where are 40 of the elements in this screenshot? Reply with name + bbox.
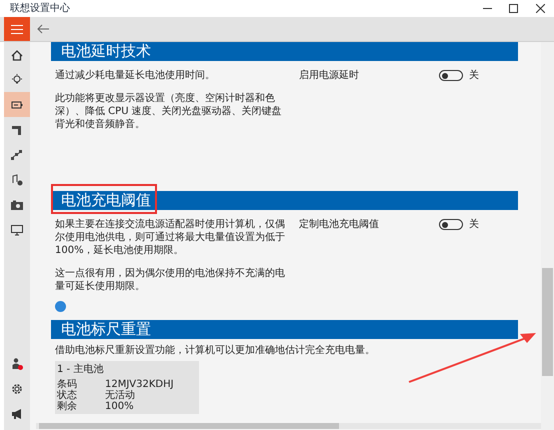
- info-label: 状态: [57, 390, 78, 401]
- info-label: 条码: [57, 379, 78, 390]
- megaphone-icon: [10, 406, 24, 420]
- back-icon: [37, 24, 49, 34]
- help-icon[interactable]: [55, 301, 66, 312]
- window-title: 联想设置中心: [10, 4, 70, 14]
- section-title: 电池延时技术: [61, 44, 151, 59]
- description-text: 这一点很有用，因为偶尔使用的电池保持不充满的电量可延长使用期限。: [55, 267, 286, 293]
- toggle-switch[interactable]: [439, 70, 463, 81]
- description-text: 通过减少耗电量延长电池使用时间。: [55, 69, 216, 82]
- user-icon: [10, 356, 24, 370]
- settings-icon: [10, 382, 24, 396]
- vertical-scrollbar[interactable]: [541, 42, 554, 430]
- maximize-icon: [508, 4, 518, 13]
- monitor-icon: [10, 222, 24, 236]
- section-title: 电池充电阈值: [61, 193, 151, 208]
- music-note-icon: [10, 172, 24, 186]
- horizontal-scrollbar[interactable]: [36, 423, 541, 429]
- info-label: 剩余: [57, 401, 78, 412]
- toggle-state: 关: [469, 218, 479, 231]
- battery-name: 1 - 主电池: [57, 363, 104, 376]
- close-icon: [536, 4, 544, 13]
- info-value: 12MJV32KDHJ: [105, 379, 174, 390]
- lightbulb-icon: [10, 72, 24, 86]
- toggle-switch[interactable]: [439, 219, 463, 230]
- description-text: 此功能将更改显示器设置（亮度、空闲计时器和色深）、降低 CPU 速度、关闭光盘驱动器、关闭键盘背光和使音频静音。: [55, 92, 283, 131]
- info-value: 100%: [105, 401, 134, 412]
- info-value: 无活动: [105, 390, 135, 401]
- camera-icon: [10, 198, 24, 212]
- setting-label: 启用电源延时: [299, 69, 360, 82]
- setting-label: 定制电池充电阈值: [299, 218, 380, 231]
- toggle-state: 关: [469, 69, 479, 82]
- description-text: 如果主要在连接交流电源适配器时使用计算机，仅偶尔使用电池供电，则可通过将最大电量值设置为低于 100%，延长电池使用期限。: [55, 218, 286, 257]
- minimize-icon: [482, 8, 492, 9]
- section-title: 电池标尺重置: [61, 322, 151, 337]
- description-text: 借助电池标尺重新设置功能，计算机可以更加准确地估计完全充电电量。: [55, 344, 376, 357]
- home-icon: [10, 48, 24, 62]
- sidebar-item[interactable]: [4, 92, 30, 117]
- menu-icon: [11, 24, 23, 34]
- menu-button[interactable]: [4, 17, 30, 41]
